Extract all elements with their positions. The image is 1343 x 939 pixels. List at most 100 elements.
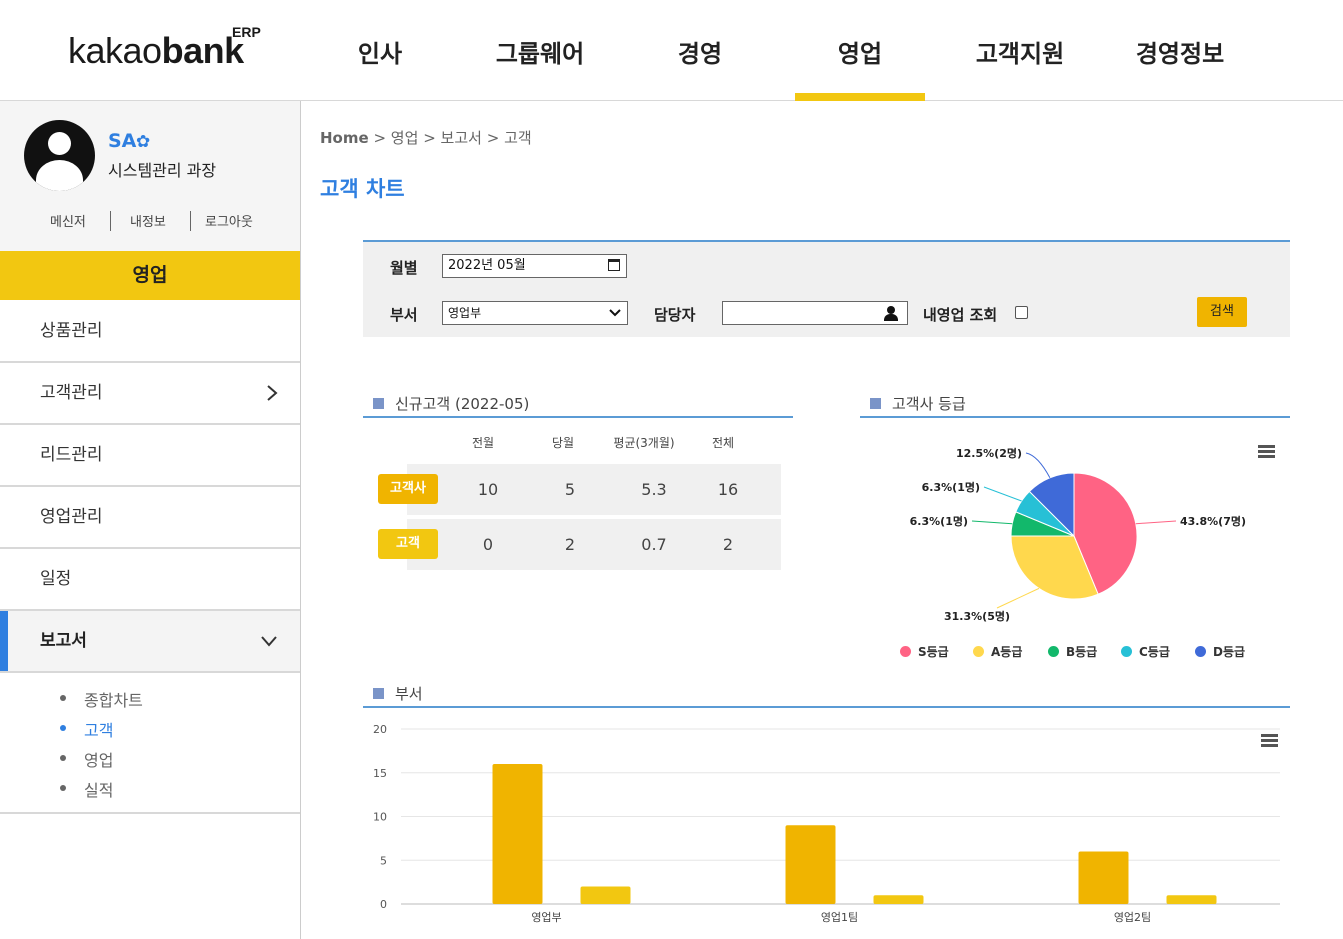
legend-dot-icon (1195, 646, 1206, 657)
breadcrumb-item[interactable]: 영업 (391, 129, 419, 147)
bar-영업부-0[interactable] (492, 764, 543, 904)
y-tick-label: 20 (373, 723, 387, 736)
bullet-icon (60, 725, 66, 731)
bar-영업1팀-1[interactable] (873, 895, 924, 904)
chevron-down-icon (609, 303, 621, 330)
sidebar-item-customers[interactable]: 고객관리 (0, 363, 300, 425)
subitem-overview-chart[interactable]: 종합차트 (84, 687, 143, 711)
legend-dot-icon (973, 646, 984, 657)
breadcrumb-item: 고객 (504, 129, 532, 147)
column-header: 평균(3개월) (613, 436, 675, 450)
logo[interactable]: kakaobank (68, 30, 244, 72)
sidebar-item-products[interactable]: 상품관리 (0, 301, 300, 363)
chevron-down-icon (260, 611, 278, 671)
pie-connector (971, 520, 1013, 525)
legend-a[interactable]: A등급 (973, 643, 1022, 660)
y-tick-label: 15 (373, 767, 387, 780)
sidebar-item-sales[interactable]: 영업관리 (0, 487, 300, 549)
square-icon (373, 688, 384, 699)
pie-connector (983, 486, 1022, 502)
subitem-performance[interactable]: 실적 (84, 777, 113, 801)
my-info-link[interactable]: 내정보 (130, 211, 166, 230)
gear-icon[interactable]: ✿ (136, 132, 150, 152)
nav-biz-info[interactable]: 경영정보 (1100, 34, 1260, 69)
messenger-link[interactable]: 메신저 (50, 211, 86, 230)
table-cell: 10 (477, 480, 499, 499)
column-header: 당월 (551, 436, 575, 450)
avatar (24, 120, 95, 191)
grade-chart-title: 고객사 등급 (870, 393, 966, 414)
pie-data-label: 6.3%(1명) (922, 480, 980, 494)
table-cell: 0 (482, 535, 494, 554)
pie-data-label: 6.3%(1명) (910, 514, 968, 528)
dept-bar-chart: 0 5 10 15 20 영업부 영업1팀 영업2팀 (373, 723, 1280, 924)
bar-영업부-1[interactable] (580, 886, 631, 905)
breadcrumb-item[interactable]: 보고서 (441, 129, 482, 147)
nav-sales[interactable]: 영업 (780, 34, 940, 69)
pie-connector (996, 587, 1040, 609)
active-indicator (0, 611, 8, 671)
legend-d[interactable]: D등급 (1195, 643, 1245, 660)
bullet-icon (60, 785, 66, 791)
user-role: 시스템관리 과장 (108, 161, 217, 180)
legend-b[interactable]: B등급 (1048, 643, 1097, 660)
sidebar: SA ✿ 시스템관리 과장 메신저 내정보 로그아웃 영업 상품관리 고객관리 … (0, 101, 301, 939)
user-name: SA (108, 130, 137, 152)
table-cell: 2 (564, 535, 576, 554)
divider (363, 416, 793, 418)
manager-input[interactable] (722, 301, 908, 325)
nav-management[interactable]: 경영 (620, 34, 780, 69)
square-icon (373, 398, 384, 409)
dept-select[interactable]: 영업부 (442, 301, 628, 325)
nav-support[interactable]: 고객지원 (940, 34, 1100, 69)
reports-submenu: 종합차트 고객 영업 실적 (0, 673, 300, 814)
column-header: 전월 (471, 436, 495, 450)
legend-dot-icon (1121, 646, 1132, 657)
square-icon (870, 398, 881, 409)
calendar-icon[interactable] (608, 259, 620, 271)
logo-erp-label: ERP (232, 24, 261, 40)
sidebar-item-schedule[interactable]: 일정 (0, 549, 300, 611)
sidebar-item-leads[interactable]: 리드관리 (0, 425, 300, 487)
y-tick-label: 10 (373, 811, 387, 824)
table-cell: 16 (717, 480, 739, 499)
dept-label: 부서 (390, 306, 418, 324)
legend-dot-icon (1048, 646, 1059, 657)
nav-active-indicator (795, 93, 925, 101)
sidebar-section-title: 영업 (0, 251, 300, 300)
subitem-customer[interactable]: 고객 (84, 717, 113, 741)
mine-label: 내영업 조회 (923, 306, 998, 324)
x-tick-label: 영업부 (531, 911, 561, 924)
table-cell: 0.7 (641, 535, 667, 554)
divider (190, 211, 191, 231)
legend-c[interactable]: C등급 (1121, 643, 1170, 660)
search-button[interactable]: 검색 (1197, 297, 1247, 327)
divider (363, 706, 1290, 708)
month-label: 월별 (390, 259, 418, 277)
bar-영업2팀-1[interactable] (1166, 895, 1217, 904)
dept-chart-title: 부서 (373, 683, 423, 704)
row-badge: 고객 (378, 529, 438, 559)
breadcrumb-home[interactable]: Home (320, 129, 369, 147)
legend-s[interactable]: S등급 (900, 643, 949, 660)
pie-connector (1025, 452, 1051, 479)
bar-영업1팀-0[interactable] (785, 825, 836, 904)
pie-data-label: 12.5%(2명) (956, 446, 1022, 460)
sidebar-item-reports[interactable]: 보고서 (0, 611, 300, 673)
nav-hr[interactable]: 인사 (300, 34, 460, 69)
person-icon[interactable] (884, 306, 898, 321)
y-tick-label: 0 (380, 898, 387, 911)
nav-groupware[interactable]: 그룹웨어 (460, 34, 620, 69)
grade-pie-chart: 43.8%(7명) 31.3%(5명) 6.3%(1명) 6.3%(1명) 12.5%(… (910, 446, 1246, 623)
month-picker[interactable]: 2022년 05월 (442, 254, 627, 278)
pie-data-label: 43.8%(7명) (1180, 514, 1246, 528)
search-panel: 월별 2022년 05월 부서 영업부 담당자 내영업 조회 검색 (363, 240, 1290, 337)
bar-영업2팀-0[interactable] (1078, 851, 1129, 905)
logout-link[interactable]: 로그아웃 (205, 211, 253, 230)
mine-checkbox[interactable] (1015, 306, 1028, 319)
chevron-right-icon (266, 363, 278, 423)
x-tick-label: 영업1팀 (821, 911, 858, 924)
bullet-icon (60, 755, 66, 761)
subitem-sales[interactable]: 영업 (84, 747, 113, 771)
table-cell: 2 (722, 535, 734, 554)
